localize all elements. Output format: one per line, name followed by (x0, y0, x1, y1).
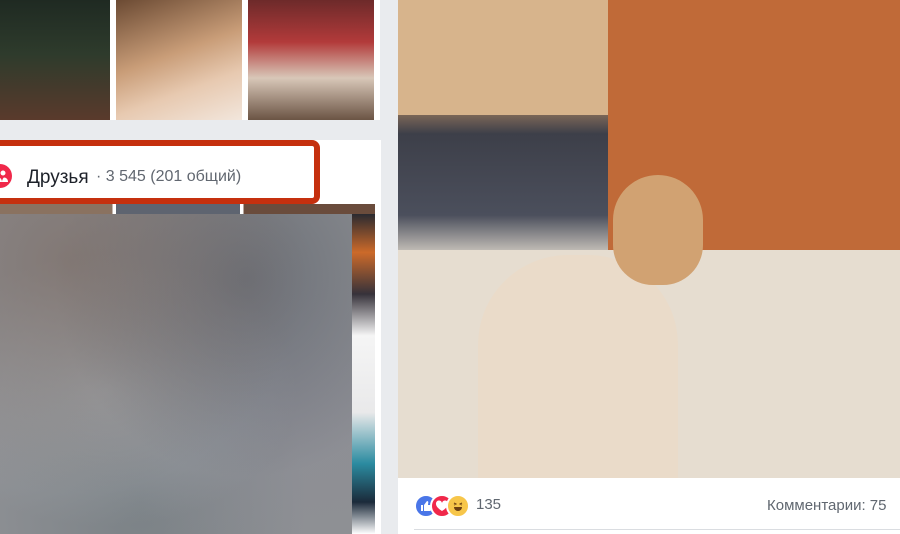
photo-person-head (613, 175, 703, 285)
post-photo[interactable] (398, 0, 900, 478)
photo-thumbnail[interactable] (116, 0, 242, 120)
post: 135 Комментарии: 75 (398, 0, 900, 534)
friends-card: Друзья · 3 545 (201 общий) (0, 140, 381, 534)
post-divider (414, 529, 900, 530)
friends-icon (0, 164, 12, 188)
friend-thumbnails-row[interactable] (0, 204, 375, 214)
photo-person (478, 255, 678, 478)
blurred-friends-area (0, 214, 352, 534)
friend-thumbnails-column[interactable] (352, 214, 375, 534)
comments-count[interactable]: Комментарии: 75 (767, 497, 887, 514)
photo-thumbnail[interactable] (0, 0, 110, 120)
photo-building (398, 0, 608, 115)
photo-thumbnail[interactable] (248, 0, 374, 120)
haha-reaction-icon (446, 494, 470, 518)
reaction-count[interactable]: 135 (476, 496, 501, 513)
friends-count: · 3 545 (201 общий) (96, 168, 242, 185)
friends-grid (0, 204, 375, 534)
photos-strip (0, 0, 380, 120)
friends-title[interactable]: Друзья (27, 167, 89, 189)
friends-header-highlight[interactable]: Друзья · 3 545 (201 общий) (0, 140, 320, 204)
